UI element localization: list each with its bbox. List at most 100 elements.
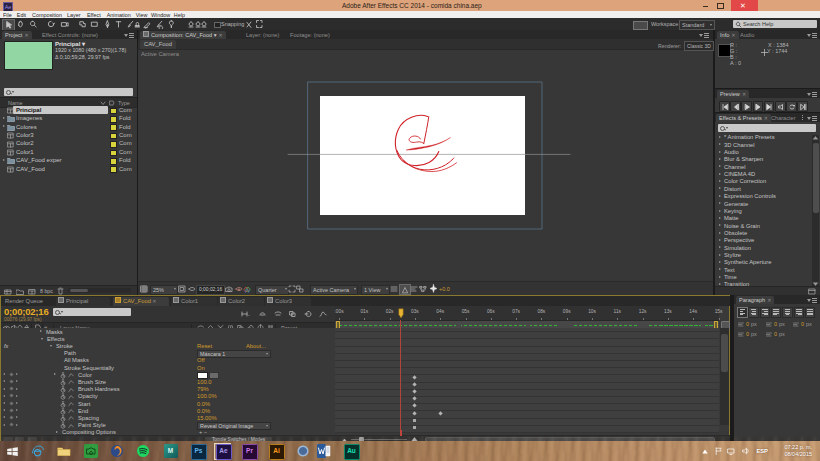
project-item-color1[interactable]: Color1Com: [0, 148, 137, 156]
label-color-swatch[interactable]: [110, 166, 117, 173]
align-center-button[interactable]: [748, 307, 759, 318]
property-value[interactable]: 15.00%: [197, 415, 217, 421]
safe-margins-icon[interactable]: [178, 285, 186, 293]
graph-include-icon[interactable]: [68, 387, 74, 393]
project-item-cav_food[interactable]: CAV_FoodCom: [0, 165, 137, 173]
expand-arrow-icon[interactable]: [719, 143, 721, 145]
show-snapshot-icon[interactable]: [235, 285, 243, 293]
info-panel-menu-icon[interactable]: [807, 33, 817, 37]
effects-scrollbar[interactable]: [812, 135, 819, 287]
effects-category-generate[interactable]: Generate: [715, 200, 812, 207]
menu-help[interactable]: Help: [174, 12, 185, 18]
tab-timeline-color3[interactable]: Color3: [265, 297, 311, 306]
graph-include-icon[interactable]: [68, 379, 74, 385]
effects-category-synthetic-aperture[interactable]: Synthetic Aperture: [715, 259, 812, 266]
project-item-principal[interactable]: PrincipalCom: [0, 106, 137, 114]
expand-arrow-icon[interactable]: [719, 217, 721, 219]
add-keyframe-icon[interactable]: [9, 423, 13, 427]
about-link[interactable]: About...: [246, 343, 266, 349]
project-item-color3[interactable]: Color3Com: [0, 131, 137, 139]
type-tool[interactable]: [113, 19, 124, 29]
next-keyframe-icon[interactable]: [16, 416, 18, 418]
expand-arrow-icon[interactable]: [719, 158, 721, 160]
property-label[interactable]: Color: [78, 372, 92, 378]
taskbar-audition[interactable]: Au: [343, 444, 358, 459]
property-value[interactable]: 0.0%: [197, 401, 210, 407]
expander-icon[interactable]: [56, 431, 58, 433]
paragraph-field-value[interactable]: 0: [746, 331, 749, 337]
expand-arrow-icon[interactable]: [719, 195, 721, 197]
tab-character[interactable]: Character: [771, 115, 796, 121]
label-color-swatch[interactable]: [110, 150, 117, 157]
label-color-swatch[interactable]: [110, 158, 117, 165]
menu-file[interactable]: File: [3, 12, 12, 18]
magnification-dropdown[interactable]: 25%: [150, 285, 178, 295]
menu-window[interactable]: Window: [151, 12, 170, 18]
rotation-tool[interactable]: [46, 19, 57, 29]
keyframe-navigator[interactable]: [2, 416, 22, 421]
expand-arrow-icon[interactable]: [719, 246, 721, 248]
composition-nav-tab[interactable]: CAV_Food: [140, 40, 176, 49]
flowchart-button-icon[interactable]: [419, 285, 427, 293]
timeline-row-opacity[interactable]: Opacity100.0%: [1, 393, 335, 400]
next-keyframe-icon[interactable]: [16, 373, 18, 375]
keyframe-navigator[interactable]: [2, 380, 22, 385]
keyframe[interactable]: [413, 426, 416, 429]
timeline-row-brush-hardness[interactable]: Brush Hardness79%: [1, 386, 335, 393]
label-color-swatch[interactable]: [110, 108, 117, 115]
grid-icon[interactable]: [245, 19, 253, 29]
next-frame-button[interactable]: [753, 101, 764, 112]
expander-icon[interactable]: [54, 373, 56, 375]
choose-grid-icon[interactable]: [140, 285, 148, 293]
minimize-button[interactable]: [699, 0, 713, 11]
property-value[interactable]: 100.0%: [197, 393, 217, 399]
hide-shy-icon[interactable]: [274, 310, 283, 318]
tab-timeline-color2[interactable]: Color2: [218, 297, 264, 306]
region-of-interest-icon[interactable]: [288, 285, 296, 293]
keyframe[interactable]: [413, 389, 417, 393]
tab-footage[interactable]: Footage: (none): [290, 32, 330, 38]
justify-all-button[interactable]: [805, 307, 816, 318]
property-label[interactable]: Brush Hardness: [78, 386, 120, 392]
next-keyframe-icon[interactable]: [16, 380, 18, 382]
expand-arrow-icon[interactable]: [719, 187, 721, 189]
menu-edit[interactable]: Edit: [17, 12, 26, 18]
effects-category-perspective[interactable]: Perspective: [715, 237, 812, 244]
taskbar-photoshop[interactable]: Ps: [190, 444, 205, 459]
menu-effect[interactable]: Effect: [87, 12, 101, 18]
next-keyframe-icon[interactable]: [16, 409, 18, 411]
preview-panel-menu-icon[interactable]: [807, 92, 817, 96]
last-frame-button[interactable]: [764, 101, 775, 112]
expander-icon[interactable]: [50, 345, 52, 347]
composition-viewport[interactable]: [138, 49, 713, 282]
ram-preview-button[interactable]: [797, 101, 808, 112]
effects-category-time[interactable]: Time: [715, 274, 812, 281]
label-color-swatch[interactable]: [110, 116, 117, 123]
property-value[interactable]: 0.0%: [197, 408, 210, 414]
graph-include-icon[interactable]: [68, 423, 74, 429]
timeline-row-end[interactable]: End0.0%: [1, 407, 335, 414]
expand-arrow-icon[interactable]: [719, 180, 721, 182]
paragraph-panel-menu-icon[interactable]: [807, 298, 817, 302]
view-dropdown[interactable]: Active Camera: [310, 285, 358, 295]
keyframe-navigator[interactable]: [2, 387, 22, 392]
zoom-tool[interactable]: [28, 19, 39, 29]
effects-category-stylize[interactable]: Stylize: [715, 252, 812, 259]
timeline-row-effects[interactable]: Effects: [1, 335, 335, 342]
tab-render-queue[interactable]: Render Queue: [5, 298, 43, 304]
effects-category-channel[interactable]: Channel: [715, 163, 812, 170]
prev-keyframe-icon[interactable]: [3, 373, 5, 375]
comp-mini-flowchart-icon[interactable]: [241, 310, 250, 318]
snapshot-icon[interactable]: [225, 285, 233, 293]
frame-blending-icon[interactable]: [289, 310, 298, 318]
play-button[interactable]: [741, 101, 752, 112]
timeline-row-brush-size[interactable]: Brush Size100.0: [1, 378, 335, 385]
composition-panel-menu-icon[interactable]: [699, 33, 709, 37]
prev-keyframe-icon[interactable]: [3, 409, 5, 411]
audio-button[interactable]: [775, 101, 786, 112]
tab-layer[interactable]: Layer: (none): [246, 32, 279, 38]
add-keyframe-icon[interactable]: [9, 408, 13, 412]
cti-bottom-handle[interactable]: [400, 430, 402, 436]
expand-arrow-icon[interactable]: [3, 125, 5, 127]
tab-composition[interactable]: Composition: CAV_Food ▾✕: [140, 31, 226, 40]
